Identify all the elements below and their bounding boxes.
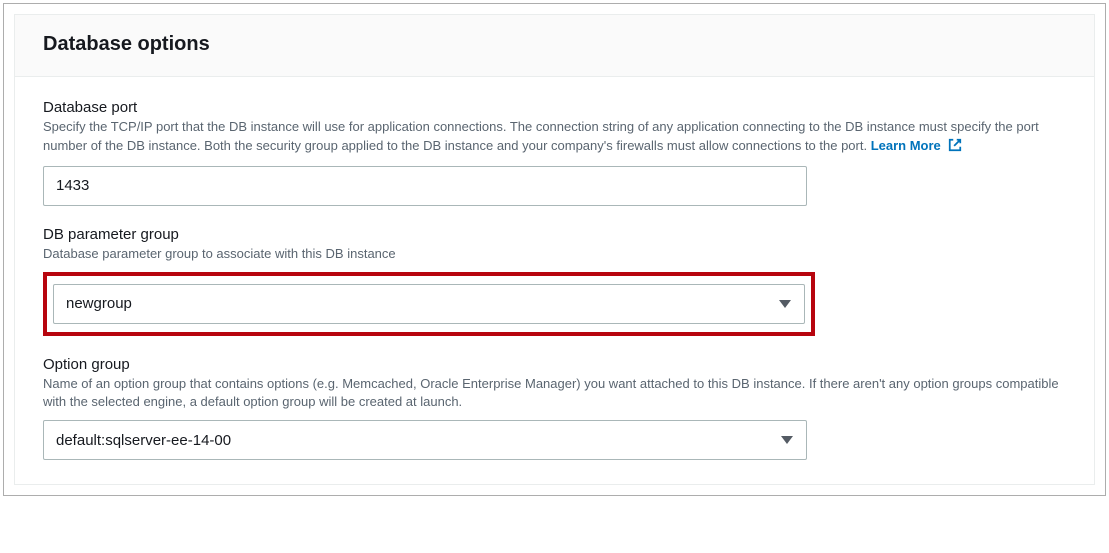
- option-group-select-wrap: default:sqlserver-ee-14-00: [43, 420, 807, 460]
- external-link-icon: [948, 138, 962, 158]
- card-header: Database options: [15, 15, 1094, 77]
- database-port-field: Database port Specify the TCP/IP port th…: [43, 99, 1066, 206]
- db-parameter-group-select-wrap: newgroup: [53, 284, 805, 324]
- database-port-input[interactable]: [43, 166, 807, 206]
- learn-more-text: Learn More: [871, 138, 941, 153]
- card-title: Database options: [43, 33, 1066, 56]
- database-options-card: Database options Database port Specify t…: [14, 14, 1095, 485]
- option-group-label: Option group: [43, 356, 1066, 373]
- option-group-field: Option group Name of an option group tha…: [43, 356, 1066, 461]
- database-port-label: Database port: [43, 99, 1066, 116]
- db-parameter-group-highlight: newgroup: [43, 272, 815, 336]
- learn-more-link[interactable]: Learn More: [871, 138, 963, 153]
- database-port-description: Specify the TCP/IP port that the DB inst…: [43, 118, 1066, 158]
- db-parameter-group-description: Database parameter group to associate wi…: [43, 245, 1066, 264]
- option-group-description: Name of an option group that contains op…: [43, 375, 1066, 413]
- db-parameter-group-label: DB parameter group: [43, 226, 1066, 243]
- db-parameter-group-field: DB parameter group Database parameter gr…: [43, 226, 1066, 336]
- panel-frame: Database options Database port Specify t…: [3, 3, 1106, 496]
- option-group-select[interactable]: default:sqlserver-ee-14-00: [43, 420, 807, 460]
- db-parameter-group-select[interactable]: newgroup: [53, 284, 805, 324]
- card-body: Database port Specify the TCP/IP port th…: [15, 77, 1094, 484]
